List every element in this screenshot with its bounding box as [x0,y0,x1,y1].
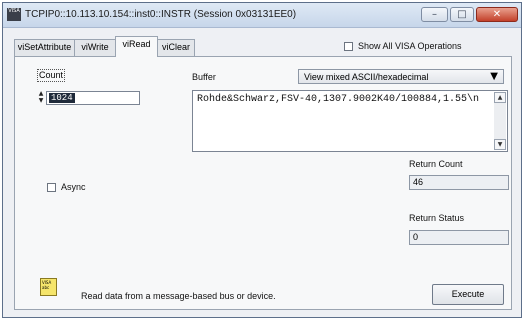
return-count-field: 46 [409,175,509,190]
return-status-label: Return Status [409,213,465,223]
viread-panel: Count ▲ ▼ 1024 Buffer View mixed ASCII/h… [14,56,512,310]
buffer-content: Rohde&Schwarz,FSV-40,1307.9002K40/100884… [197,94,480,105]
tab-viread[interactable]: viRead [115,36,158,57]
spin-down-icon[interactable]: ▼ [37,97,45,104]
execute-button[interactable]: Execute [432,284,504,305]
async-label: Async [61,182,86,192]
title-bar[interactable]: VISA TCPIP0::10.113.10.154::inst0::INSTR… [3,3,521,28]
scroll-up-icon[interactable]: ▲ [494,92,506,103]
return-status-field: 0 [409,230,509,245]
operation-description: Read data from a message-based bus or de… [81,291,276,301]
count-value: 1024 [49,93,75,103]
visa-session-window: VISA TCPIP0::10.113.10.154::inst0::INSTR… [2,2,522,318]
async-checkbox[interactable] [47,183,56,192]
buffer-view-mode-value: View mixed ASCII/hexadecimal [304,72,429,82]
visa-operation-icon: VISA abc [40,278,57,296]
buffer-textarea[interactable]: Rohde&Schwarz,FSV-40,1307.9002K40/100884… [192,90,508,152]
minimize-button[interactable]: – [421,7,448,22]
count-label: Count [37,69,65,82]
show-all-visa-operations-checkbox[interactable] [344,42,353,51]
buffer-view-mode-dropdown[interactable]: View mixed ASCII/hexadecimal ▼ [298,69,504,84]
buffer-scrollbar[interactable]: ▲ ▼ [494,92,506,150]
maximize-icon: □ [457,9,467,20]
count-spinner[interactable]: ▲ ▼ [37,90,45,104]
show-all-visa-operations-label: Show All VISA Operations [358,41,462,51]
chevron-down-icon: ▼ [490,71,498,82]
scroll-down-icon[interactable]: ▼ [494,139,506,150]
spin-up-icon[interactable]: ▲ [37,90,45,97]
tab-visetattribute[interactable]: viSetAttribute [14,39,75,56]
window-title: TCPIP0::10.113.10.154::inst0::INSTR (Ses… [25,9,297,20]
tab-viclear[interactable]: viClear [157,39,195,56]
close-button[interactable]: ✕ [476,7,518,22]
count-input[interactable]: 1024 [46,91,140,105]
minimize-icon: – [432,9,437,20]
close-icon: ✕ [492,9,502,20]
maximize-button[interactable]: □ [450,7,474,22]
return-count-label: Return Count [409,159,463,169]
tab-viwrite[interactable]: viWrite [74,39,116,56]
buffer-label: Buffer [192,72,216,82]
visa-app-icon: VISA [7,8,21,21]
